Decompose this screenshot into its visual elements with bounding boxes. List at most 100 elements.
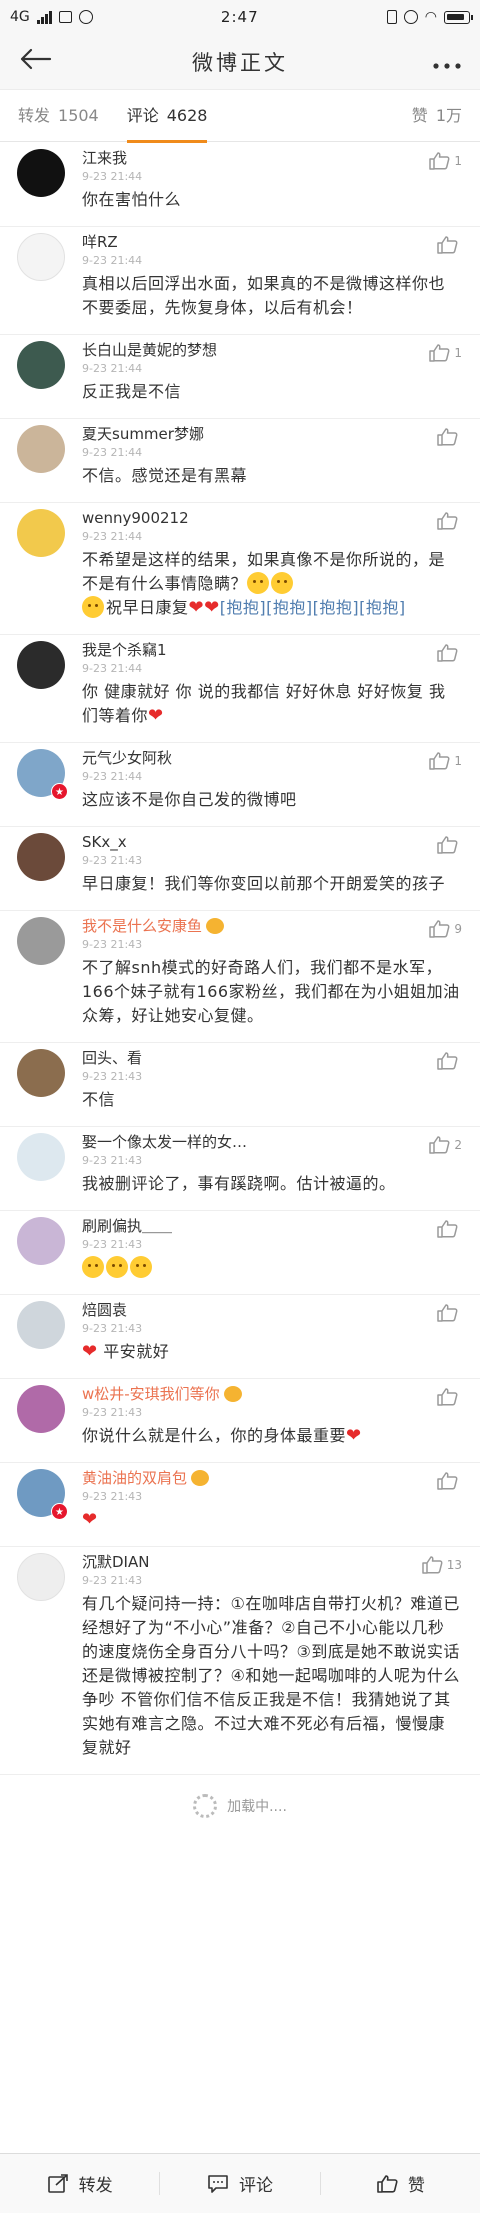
comment-like-button[interactable]: 9 (428, 919, 462, 939)
avatar[interactable] (17, 425, 65, 473)
comment-item[interactable]: 我不是什么安康鱼 9-23 21:43 不了解snh模式的好奇路人们，我们都不是水军… (0, 911, 480, 1043)
comment-item[interactable]: 咩RZ 9-23 21:44 真相以后回浮出水面，如果真的不是微博这样你也不要委屈，… (0, 227, 480, 335)
page-title: 微博正文 (192, 50, 288, 75)
comment-text: 早日康复！我们等你变回以前那个开朗爱笑的孩子 (82, 874, 446, 893)
avatar[interactable] (17, 1553, 65, 1601)
comment-item[interactable]: 刷刷偏执＿＿ 9-23 21:43 (0, 1211, 480, 1295)
comment-like-button[interactable] (436, 1471, 462, 1491)
comment-like-button[interactable] (436, 235, 462, 255)
comment-like-button[interactable] (436, 511, 462, 531)
comment-username[interactable]: 咩RZ (82, 231, 460, 253)
avatar[interactable] (17, 149, 65, 197)
comment-item[interactable]: wenny900212 9-23 21:44 不希望是这样的结果，如果真像不是你所说… (0, 503, 480, 635)
tab-comment-label: 评论 (126, 105, 159, 125)
comment-text: 你 健康就好 你 说的我都信 好好休息 好好恢复 我们等着你 (82, 682, 446, 725)
avatar[interactable] (17, 833, 65, 881)
thumb-up-icon (428, 343, 450, 363)
avatar[interactable] (17, 1049, 65, 1097)
status-bar: 4G 2:47 ◠ (0, 0, 480, 34)
comment-username[interactable]: 我是个杀竊1 (82, 639, 460, 661)
bottom-toolbar: 转发 评论 赞 (0, 2153, 480, 2213)
thumb-up-icon (428, 1135, 450, 1155)
comment-item[interactable]: 长白山是黄妮的梦想 9-23 21:44 反正我是不信 1 (0, 335, 480, 419)
comment-body: 你在害怕什么 (82, 188, 460, 212)
comment-list: 江来我 9-23 21:44 你在害怕什么 1 咩RZ 9-23 21:44 真相以后回浮出… (0, 143, 480, 1837)
comment-item[interactable]: 我是个杀竊1 9-23 21:44 你 健康就好 你 说的我都信 好好休息 好好恢复… (0, 635, 480, 743)
comment-text: 真相以后回浮出水面，如果真的不是微博这样你也不要委屈，先恢复身体，以后有机会！ (82, 274, 446, 317)
comment-like-count: 13 (446, 1558, 462, 1572)
avatar[interactable] (17, 341, 65, 389)
sim-icon (58, 11, 72, 23)
comment-username[interactable]: 元气少女阿秋 (82, 747, 460, 769)
tab-like[interactable]: 赞 1万 (412, 90, 462, 142)
comment-like-count: 1 (454, 346, 462, 360)
comment-like-button[interactable] (436, 643, 462, 663)
comment-username[interactable]: 我不是什么安康鱼 (82, 915, 460, 937)
battery-icon (443, 10, 473, 24)
like-icon (377, 2174, 398, 2193)
comment-username[interactable]: 长白山是黄妮的梦想 (82, 339, 460, 361)
comment-time: 9-23 21:44 (82, 770, 143, 783)
tab-comment[interactable]: 评论 4628 (126, 90, 207, 143)
comment-like-button[interactable]: 13 (421, 1555, 462, 1575)
comment-text: 平安就好 (103, 1342, 170, 1361)
comment-time: 9-23 21:44 (82, 446, 143, 459)
avatar[interactable] (17, 1301, 65, 1349)
comment-body: 我被删评论了，事有蹊跷啊。估计被逼的。 (82, 1172, 460, 1196)
comment-like-button[interactable] (436, 1219, 462, 1239)
comment-text: 这应该不是你自己发的微博吧 (82, 790, 297, 809)
status-right: ◠ (386, 9, 473, 25)
comment-username[interactable]: 焙圆袁 (82, 1299, 460, 1321)
tab-repost-count: 1504 (58, 105, 99, 125)
repost-button[interactable]: 转发 (0, 2154, 159, 2213)
comment-like-button[interactable]: 1 (428, 751, 462, 771)
comment-item[interactable]: 回头、看 9-23 21:43 不信 (0, 1043, 480, 1127)
comment-username[interactable]: 刷刷偏执＿＿ (82, 1215, 460, 1237)
comment-item[interactable]: ★ 黄油油的双肩包 9-23 21:43 ❤ (0, 1463, 480, 1547)
avatar[interactable] (17, 1217, 65, 1265)
comment-item[interactable]: SKx_x 9-23 21:43 早日康复！我们等你变回以前那个开朗爱笑的孩子 (0, 827, 480, 911)
comment-time: 9-23 21:43 (82, 854, 143, 867)
comment-username[interactable]: 黄油油的双肩包 (82, 1467, 460, 1489)
more-options-icon[interactable] (426, 49, 462, 75)
comment-username[interactable]: wenny900212 (82, 507, 460, 529)
comment-like-button[interactable] (436, 1387, 462, 1407)
heart-emoji-icon: ❤ (82, 1341, 98, 1362)
avatar[interactable] (17, 233, 65, 281)
comment-like-button[interactable]: 2 (428, 1135, 462, 1155)
comment-username[interactable]: w松井-安琪我们等你 (82, 1383, 460, 1405)
avatar[interactable] (17, 509, 65, 557)
thumb-up-icon (436, 235, 458, 255)
comment-button[interactable]: 评论 (160, 2154, 319, 2213)
avatar[interactable] (17, 1133, 65, 1181)
comment-item[interactable]: 夏天summer梦娜 9-23 21:44 不信。感觉还是有黑幕 (0, 419, 480, 503)
back-arrow-icon[interactable] (18, 47, 54, 77)
comment-item[interactable]: 焙圆袁 9-23 21:43 ❤ 平安就好 (0, 1295, 480, 1379)
comment-item[interactable]: w松井-安琪我们等你 9-23 21:43 你说什么就是什么，你的身体最重要❤ (0, 1379, 480, 1463)
comment-item[interactable]: 江来我 9-23 21:44 你在害怕什么 1 (0, 143, 480, 227)
comment-username[interactable]: 娶一个像太发一样的女… (82, 1131, 460, 1153)
comment-like-button[interactable] (436, 1051, 462, 1071)
comment-body: 有几个疑问持一持：①在咖啡店自带打火机？难道已经想好了为“不小心”准备？②自己不… (82, 1592, 460, 1760)
comment-item[interactable]: 娶一个像太发一样的女… 9-23 21:43 我被删评论了，事有蹊跷啊。估计被逼的。… (0, 1127, 480, 1211)
comment-like-button[interactable] (436, 1303, 462, 1323)
comment-item[interactable]: 沉默DIAN 9-23 21:43 有几个疑问持一持：①在咖啡店自带打火机？难道已经… (0, 1547, 480, 1775)
avatar[interactable] (17, 1385, 65, 1433)
comment-username[interactable]: 回头、看 (82, 1047, 460, 1069)
comment-item[interactable]: ★ 元气少女阿秋 9-23 21:44 这应该不是你自己发的微博吧 1 (0, 743, 480, 827)
like-button[interactable]: 赞 (321, 2154, 480, 2213)
comment-like-button[interactable]: 1 (428, 343, 462, 363)
avatar[interactable] (17, 641, 65, 689)
comment-username[interactable]: 夏天summer梦娜 (82, 423, 460, 445)
comment-body: 真相以后回浮出水面，如果真的不是微博这样你也不要委屈，先恢复身体，以后有机会！ (82, 272, 460, 320)
comment-like-button[interactable] (436, 427, 462, 447)
comment-like-button[interactable]: 1 (428, 151, 462, 171)
tab-repost[interactable]: 转发 1504 (18, 90, 99, 142)
comment-username[interactable]: 江来我 (82, 147, 460, 169)
avatar[interactable] (17, 917, 65, 965)
comment-like-button[interactable] (436, 835, 462, 855)
comment-time: 9-23 21:44 (82, 170, 143, 183)
comment-username[interactable]: 沉默DIAN (82, 1551, 460, 1573)
comment-username[interactable]: SKx_x (82, 831, 460, 853)
vibrate-icon (386, 10, 397, 24)
